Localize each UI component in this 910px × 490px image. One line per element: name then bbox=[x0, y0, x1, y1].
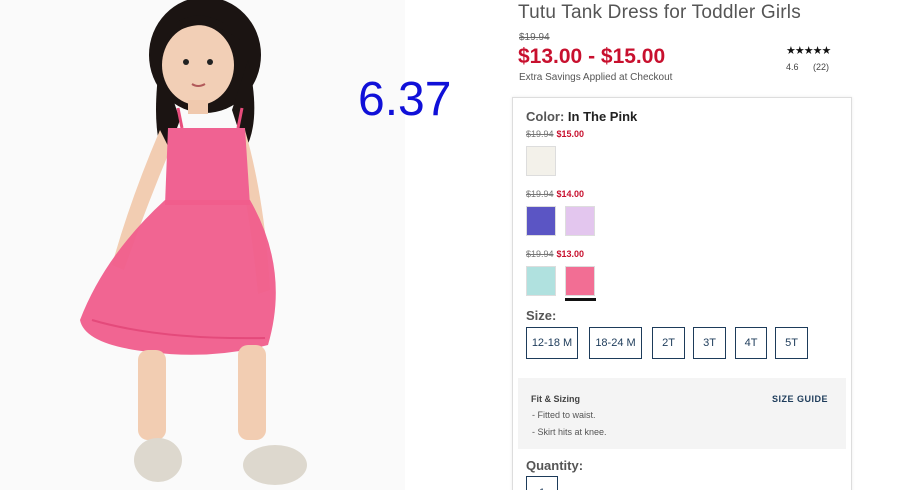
color-label-text: Color: bbox=[526, 109, 565, 124]
color-swatch-blue-violet[interactable] bbox=[526, 206, 556, 236]
product-image bbox=[0, 0, 405, 490]
color-group-old-price: $19.94 bbox=[526, 129, 554, 139]
color-group-price: $19.94 $13.00 bbox=[526, 249, 584, 259]
color-swatch-pink[interactable] bbox=[565, 266, 595, 296]
size-option-5t[interactable]: 5T bbox=[775, 327, 808, 359]
color-swatch-white[interactable] bbox=[526, 146, 556, 176]
savings-note: Extra Savings Applied at Checkout bbox=[519, 72, 673, 83]
color-group-price: $19.94 $15.00 bbox=[526, 129, 584, 139]
fit-detail: - Skirt hits at knee. bbox=[532, 427, 607, 437]
color-swatch-aqua[interactable] bbox=[526, 266, 556, 296]
quantity-label: Quantity: bbox=[526, 458, 584, 473]
size-option-4t[interactable]: 4T bbox=[735, 327, 767, 359]
fit-detail: - Fitted to waist. bbox=[532, 410, 596, 420]
size-option-2t[interactable]: 2T bbox=[652, 327, 685, 359]
rating-stars-icon: ★★★★★ bbox=[786, 45, 831, 57]
toddler-dress-illustration bbox=[0, 0, 405, 490]
rating-summary: 4.6 (22) bbox=[786, 62, 846, 72]
color-group-old-price: $19.94 bbox=[526, 189, 554, 199]
rating-widget[interactable]: ★★★★★ 4.6 (22) bbox=[786, 44, 846, 72]
overlay-number: 6.37 bbox=[358, 73, 452, 126]
size-option-3t[interactable]: 3T bbox=[693, 327, 726, 359]
fit-sizing-title: Fit & Sizing bbox=[531, 394, 580, 404]
color-group-new-price: $15.00 bbox=[556, 129, 585, 139]
product-options-panel: Color: In The Pink $19.94 $15.00 $19.94 $1… bbox=[512, 97, 852, 490]
original-price: $19.94 bbox=[519, 32, 550, 43]
quantity-select[interactable]: 1 bbox=[526, 476, 558, 490]
sale-price: $13.00 - $15.00 bbox=[518, 45, 666, 68]
rating-value: 4.6 bbox=[786, 62, 799, 72]
color-label: Color: In The Pink bbox=[526, 109, 637, 124]
color-swatch-lilac[interactable] bbox=[565, 206, 595, 236]
size-option-18-24m[interactable]: 18-24 M bbox=[589, 327, 642, 359]
color-group-old-price: $19.94 bbox=[526, 249, 554, 259]
review-count[interactable]: (22) bbox=[813, 62, 829, 72]
color-group-price: $19.94 $14.00 bbox=[526, 189, 584, 199]
fit-sizing-box: Fit & Sizing SIZE GUIDE - Fitted to wais… bbox=[518, 378, 846, 449]
color-group-new-price: $13.00 bbox=[556, 249, 585, 259]
size-guide-link[interactable]: SIZE GUIDE bbox=[772, 394, 828, 404]
product-page: 6.37 Tutu Tank Dress for Toddler Girls $… bbox=[0, 0, 910, 490]
product-title: Tutu Tank Dress for Toddler Girls bbox=[518, 2, 801, 23]
size-label: Size: bbox=[526, 308, 557, 323]
selected-color: In The Pink bbox=[567, 109, 638, 124]
selected-swatch-indicator bbox=[565, 298, 596, 301]
size-option-12-18m[interactable]: 12-18 M bbox=[526, 327, 578, 359]
color-group-new-price: $14.00 bbox=[556, 189, 585, 199]
